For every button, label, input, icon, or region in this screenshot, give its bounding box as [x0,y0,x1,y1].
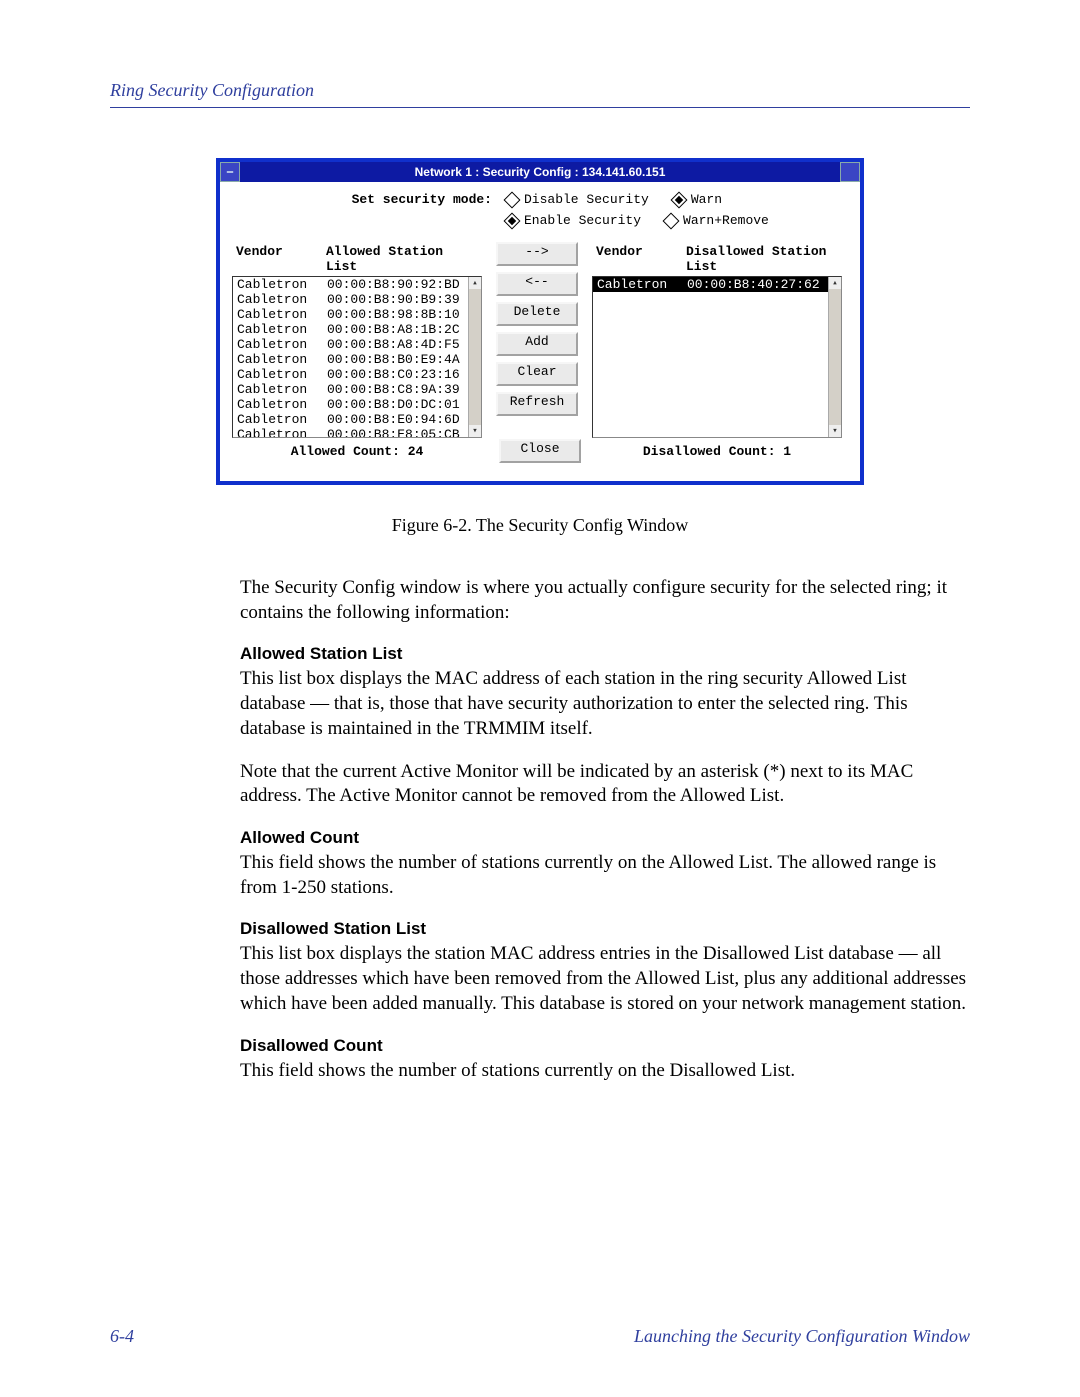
heading-allowed-count: Allowed Count [240,827,970,849]
intro-paragraph: The Security Config window is where you … [240,576,970,625]
delete-button[interactable]: Delete [496,302,578,326]
list-item-vendor: Cabletron [237,277,327,292]
scroll-up-icon[interactable]: ▴ [829,277,841,289]
allowed-count: Allowed Count: 24 [232,444,482,459]
allowed-vendor-header: Vendor [236,244,326,274]
diamond-icon [504,191,521,208]
list-item[interactable]: Cabletron00:00:B8:A8:1B:2C [233,322,481,337]
page-number: 6-4 [110,1326,134,1347]
body-text: The Security Config window is where you … [240,576,970,1083]
heading-allowed-station-list: Allowed Station List [240,643,970,665]
list-item-mac: 00:00:B8:D0:DC:01 [327,397,477,412]
paragraph: This list box displays the station MAC a… [240,942,970,1016]
list-item-vendor: Cabletron [237,352,327,367]
list-item-mac: 00:00:B8:C0:23:16 [327,367,477,382]
close-button[interactable]: Close [499,439,581,463]
clear-button[interactable]: Clear [496,362,578,386]
disallowed-list-header: Disallowed Station List [686,244,838,274]
list-item[interactable]: Cabletron00:00:B8:98:8B:10 [233,307,481,322]
list-item-mac: 00:00:B8:C8:9A:39 [327,382,477,397]
disallowed-station-listbox[interactable]: Cabletron00:00:B8:40:27:62 ▴ ▾ [592,276,842,438]
list-item-vendor: Cabletron [237,397,327,412]
list-item[interactable]: Cabletron00:00:B8:E0:94:6D [233,412,481,427]
radio-label: Warn [691,192,722,207]
move-left-button[interactable]: <-- [496,272,578,296]
footer-section: Launching the Security Configuration Win… [634,1326,970,1347]
list-item[interactable]: Cabletron00:00:B8:90:B9:39 [233,292,481,307]
heading-disallowed-count: Disallowed Count [240,1035,970,1057]
security-config-window: Network 1 : Security Config : 134.141.60… [216,158,864,485]
scroll-down-icon[interactable]: ▾ [829,425,841,437]
diamond-icon [670,191,687,208]
window-right-icon[interactable] [840,162,860,182]
scroll-down-icon[interactable]: ▾ [469,425,481,437]
list-item-mac: 00:00:B8:98:8B:10 [327,307,477,322]
paragraph: This list box displays the MAC address o… [240,667,970,741]
list-item-mac: 00:00:B8:A8:4D:F5 [327,337,477,352]
refresh-button[interactable]: Refresh [496,392,578,416]
list-item-mac: 00:00:B8:E8:05:CB [327,427,477,438]
list-item-mac: 00:00:B8:B0:E9:4A [327,352,477,367]
list-item[interactable]: Cabletron00:00:B8:D0:DC:01 [233,397,481,412]
scrollbar[interactable]: ▴ ▾ [468,277,481,437]
diamond-icon [663,212,680,229]
list-item-vendor: Cabletron [237,412,327,427]
list-item[interactable]: Cabletron00:00:B8:C0:23:16 [233,367,481,382]
list-item-vendor: Cabletron [237,367,327,382]
scroll-up-icon[interactable]: ▴ [469,277,481,289]
list-item-vendor: Cabletron [597,277,687,292]
list-item[interactable]: Cabletron00:00:B8:A8:4D:F5 [233,337,481,352]
list-item-vendor: Cabletron [237,337,327,352]
radio-enable-security[interactable]: Enable Security [506,213,641,228]
paragraph: This field shows the number of stations … [240,1059,970,1084]
page-header: Ring Security Configuration [110,80,970,108]
add-button[interactable]: Add [496,332,578,356]
list-item-mac: 00:00:B8:A8:1B:2C [327,322,477,337]
allowed-list-header: Allowed Station List [326,244,478,274]
list-item[interactable]: Cabletron00:00:B8:40:27:62 [593,277,841,292]
window-title: Network 1 : Security Config : 134.141.60… [415,165,666,179]
radio-warn[interactable]: Warn [673,192,722,207]
list-item[interactable]: Cabletron00:00:B8:C8:9A:39 [233,382,481,397]
list-item[interactable]: Cabletron00:00:B8:B0:E9:4A [233,352,481,367]
list-item-vendor: Cabletron [237,322,327,337]
list-item[interactable]: Cabletron00:00:B8:E8:05:CB [233,427,481,438]
disallowed-vendor-header: Vendor [596,244,686,274]
list-item-vendor: Cabletron [237,307,327,322]
list-item[interactable]: Cabletron00:00:B8:90:92:BD [233,277,481,292]
radio-label: Enable Security [524,213,641,228]
list-item-mac: 00:00:B8:40:27:62 [687,277,837,292]
list-item-vendor: Cabletron [237,382,327,397]
disallowed-count: Disallowed Count: 1 [592,444,842,459]
scrollbar[interactable]: ▴ ▾ [828,277,841,437]
radio-warn-remove[interactable]: Warn+Remove [665,213,769,228]
radio-disable-security[interactable]: Disable Security [506,192,649,207]
list-item-mac: 00:00:B8:E0:94:6D [327,412,477,427]
list-item-mac: 00:00:B8:90:92:BD [327,277,477,292]
window-titlebar: Network 1 : Security Config : 134.141.60… [220,162,860,182]
diamond-icon [504,212,521,229]
heading-disallowed-station-list: Disallowed Station List [240,918,970,940]
paragraph: This field shows the number of stations … [240,851,970,900]
window-menu-icon[interactable] [220,162,240,182]
security-mode-label: Set security mode: [232,192,506,228]
figure-caption: Figure 6-2. The Security Config Window [110,515,970,536]
allowed-station-listbox[interactable]: Cabletron00:00:B8:90:92:BDCabletron00:00… [232,276,482,438]
list-item-vendor: Cabletron [237,292,327,307]
radio-label: Disable Security [524,192,649,207]
radio-label: Warn+Remove [683,213,769,228]
paragraph: Note that the current Active Monitor wil… [240,760,970,809]
list-item-vendor: Cabletron [237,427,327,438]
move-right-button[interactable]: --> [496,242,578,266]
list-item-mac: 00:00:B8:90:B9:39 [327,292,477,307]
